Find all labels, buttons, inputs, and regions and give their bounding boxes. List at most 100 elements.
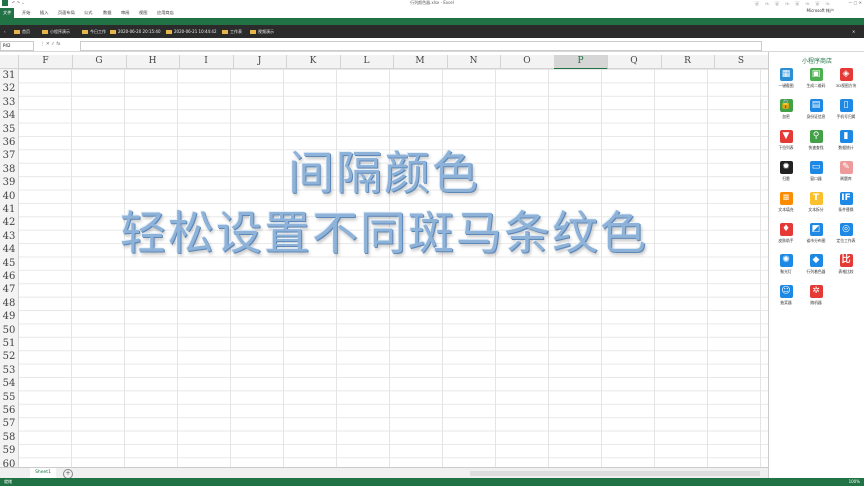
column-header[interactable]: F: [19, 55, 73, 68]
panel-item[interactable]: ☺ 抽奖器: [772, 285, 800, 309]
panel-item[interactable]: ◩ 省市分布图: [802, 223, 830, 247]
row-header[interactable]: 51: [0, 337, 18, 350]
name-box[interactable]: P42: [0, 41, 34, 51]
column-header[interactable]: L: [340, 55, 394, 68]
panel-item[interactable]: ✲ 随机器: [802, 285, 830, 309]
panel-item[interactable]: ≡ 文本填充: [772, 192, 800, 216]
column-header[interactable]: M: [394, 55, 448, 68]
nav-item-home[interactable]: 首页: [14, 27, 30, 36]
panel-item[interactable]: ◎ 定位工作表: [832, 223, 860, 247]
column-header[interactable]: H: [126, 55, 180, 68]
tab-review[interactable]: 审阅: [121, 8, 129, 18]
panel-item[interactable]: IF 条件替换: [832, 192, 860, 216]
tab-formulas[interactable]: 公式: [84, 8, 92, 18]
row-header[interactable]: 58: [0, 431, 18, 444]
panel-item[interactable]: ✺ 聚光灯: [772, 254, 800, 278]
status-bar: 就绪 100%: [0, 478, 864, 486]
panel-item[interactable]: ▮ 数据统计: [832, 130, 860, 154]
nav-item-date-2[interactable]: 2020-06-21 10:44:42: [166, 27, 216, 36]
shirt-icon: ♦: [779, 223, 793, 236]
row-header[interactable]: 35: [0, 123, 18, 136]
mini-program-store-panel: 小程序商店 ▦ 一键截图 ▣ 生成二维码 ◈ 3D视图方块 🔒 加密 ▤ 身份证信息 ▯ 手机号归属 ▼…: [768, 52, 864, 478]
tab-view[interactable]: 视图: [139, 8, 147, 18]
panel-item[interactable]: ▦ 一键截图: [772, 68, 800, 92]
formula-input[interactable]: [80, 41, 762, 51]
select-all-corner[interactable]: [0, 55, 19, 68]
row-header[interactable]: 53: [0, 364, 18, 377]
panel-item[interactable]: 🔒 加密: [772, 99, 800, 123]
panel-item-label: 下拉列表: [778, 145, 794, 150]
tab-home[interactable]: 开始: [22, 8, 30, 18]
panel-item[interactable]: ⚲ 快速查找: [802, 130, 830, 154]
row-headers: 31 32 33 34 35 36 37 38 39 40 41 42 43 44 45 46 47 48 49 50…: [0, 69, 19, 467]
panel-item-label: 加密: [782, 114, 790, 119]
nav-close-icon[interactable]: ✕: [852, 27, 855, 36]
row-header[interactable]: 34: [0, 109, 18, 122]
panel-item[interactable]: T 文本拆分: [802, 192, 830, 216]
row-header[interactable]: 46: [0, 270, 18, 283]
formula-icons[interactable]: ⋮ ✕ ✓ fx: [40, 41, 61, 49]
column-header[interactable]: P: [554, 55, 608, 70]
panel-item[interactable]: ▤ 身份证信息: [802, 99, 830, 123]
row-header[interactable]: 32: [0, 82, 18, 95]
panel-item-label: 聚光灯: [780, 269, 792, 274]
panel-item-label: 文本填充: [778, 207, 794, 212]
row-header[interactable]: 48: [0, 297, 18, 310]
panel-item[interactable]: ◆ 行列着色器: [802, 254, 830, 278]
row-header[interactable]: 54: [0, 377, 18, 390]
row-header[interactable]: 55: [0, 391, 18, 404]
tab-app-store[interactable]: 应用商店: [157, 8, 174, 18]
panel-item-label: 扫雷: [782, 176, 790, 181]
row-header[interactable]: 33: [0, 96, 18, 109]
zoom-level[interactable]: 100%: [849, 478, 860, 486]
row-header[interactable]: 56: [0, 404, 18, 417]
row-header[interactable]: 60: [0, 458, 18, 467]
row-header[interactable]: 31: [0, 69, 18, 82]
tab-data[interactable]: 数据: [103, 8, 111, 18]
column-header[interactable]: O: [501, 55, 555, 68]
nav-item-video[interactable]: 视频演示: [250, 27, 274, 36]
row-header[interactable]: 57: [0, 417, 18, 430]
phone-icon: ▯: [839, 99, 853, 112]
panel-item[interactable]: ✎ 刷题库: [832, 161, 860, 185]
column-header[interactable]: J: [233, 55, 287, 68]
row-header[interactable]: 50: [0, 324, 18, 337]
back-icon[interactable]: ‹: [4, 27, 6, 36]
nav-item-today[interactable]: 今日工作: [82, 27, 106, 36]
nav-bar: ‹ 首页 小程序演示 今日工作 2020-06-20 20:15:40 2020…: [0, 25, 864, 38]
nav-item-date-1[interactable]: 2020-06-20 20:15:40: [110, 27, 160, 36]
row-header[interactable]: 59: [0, 444, 18, 457]
column-header[interactable]: I: [180, 55, 234, 68]
account-label[interactable]: Microsoft 帐户: [807, 8, 834, 14]
column-header[interactable]: S: [715, 55, 768, 68]
panel-title: 小程序商店: [801, 58, 832, 65]
panel-item[interactable]: ♦ 皮肤助手: [772, 223, 800, 247]
tab-insert[interactable]: 插入: [40, 8, 48, 18]
row-header[interactable]: 47: [0, 283, 18, 296]
nav-item-worksheet[interactable]: 工作表: [222, 27, 242, 36]
panel-item-label: 行列着色器: [806, 269, 826, 274]
nav-item-demo[interactable]: 小程序演示: [42, 27, 70, 36]
panel-item[interactable]: ▭ 窗口器: [802, 161, 830, 185]
row-header[interactable]: 49: [0, 310, 18, 323]
cell-area[interactable]: [19, 69, 768, 467]
panel-item[interactable]: ✹ 扫雷: [772, 161, 800, 185]
column-header[interactable]: R: [661, 55, 715, 68]
column-header[interactable]: K: [287, 55, 341, 68]
panel-item-label: 条件替换: [838, 207, 854, 212]
search-icon: ⚲: [809, 130, 823, 143]
panel-item[interactable]: ▯ 手机号归属: [832, 99, 860, 123]
tab-file[interactable]: 文件: [0, 8, 15, 18]
column-header[interactable]: G: [73, 55, 127, 68]
panel-item[interactable]: ▼ 下拉列表: [772, 130, 800, 154]
panel-item[interactable]: 比表格比较: [832, 254, 860, 278]
monitor-icon: ▭: [809, 161, 823, 174]
tab-page-layout[interactable]: 页面布局: [58, 8, 75, 18]
panel-item[interactable]: ◈ 3D视图方块: [832, 68, 860, 92]
panel-item[interactable]: ▣ 生成二维码: [802, 68, 830, 92]
horizontal-scrollbar[interactable]: [470, 471, 760, 476]
row-header[interactable]: 52: [0, 350, 18, 363]
column-header[interactable]: N: [447, 55, 501, 68]
column-header[interactable]: Q: [608, 55, 662, 68]
lock-icon: 🔒: [779, 99, 793, 112]
